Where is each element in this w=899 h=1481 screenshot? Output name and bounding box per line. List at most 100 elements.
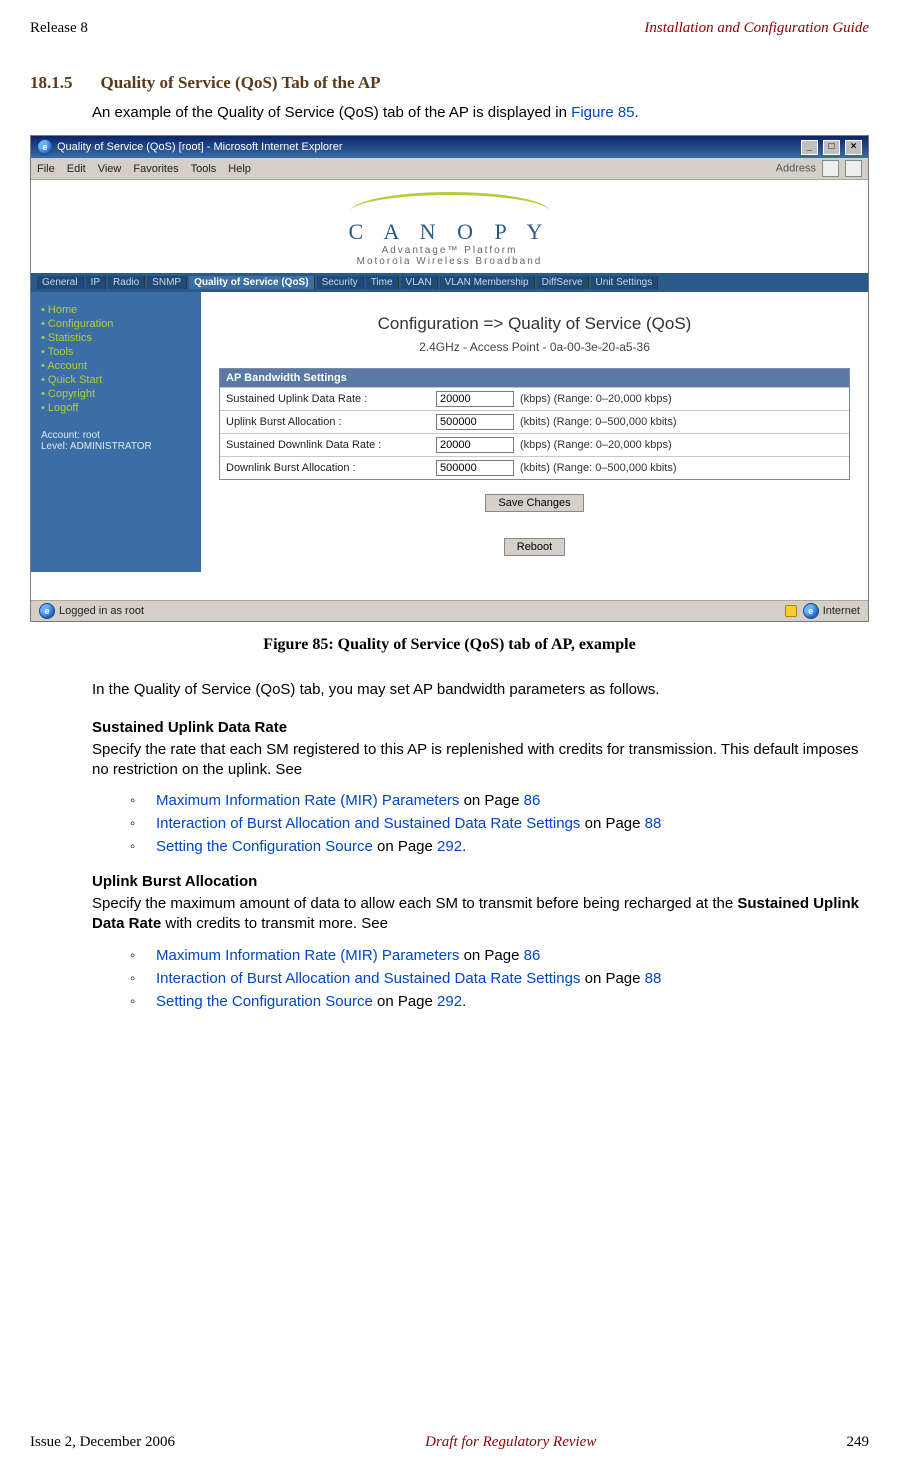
- link-burst-interaction-2[interactable]: Interaction of Burst Allocation and Sust…: [156, 970, 580, 987]
- list-item: ◦Interaction of Burst Allocation and Sus…: [130, 815, 869, 832]
- canopy-logo: C A N O P Y: [31, 219, 868, 245]
- tab-security[interactable]: Security: [317, 276, 364, 289]
- tab-radio[interactable]: Radio: [108, 276, 145, 289]
- window-titlebar: eQuality of Service (QoS) [root] - Micro…: [31, 136, 868, 158]
- link-page-88[interactable]: 88: [645, 815, 662, 832]
- row-downlink-burst: Downlink Burst Allocation : (kbits) (Ran…: [220, 456, 849, 479]
- menu-help[interactable]: Help: [228, 163, 251, 175]
- browser-window: e Quality of Service (QoS) [root] - Micro…: [30, 135, 869, 622]
- row-uplink-burst: Uplink Burst Allocation : (kbits) (Range…: [220, 410, 849, 433]
- footer-page-number: 249: [847, 1434, 870, 1451]
- link-config-source[interactable]: Setting the Configuration Source: [156, 838, 373, 855]
- post-figure-paragraph: In the Quality of Service (QoS) tab, you…: [92, 680, 869, 700]
- sidebar-item-configuration[interactable]: Configuration: [48, 318, 113, 330]
- menu-favorites[interactable]: Favorites: [133, 163, 178, 175]
- sidebar-item-logoff[interactable]: Logoff: [48, 402, 78, 414]
- page-header-left: Release 8: [30, 20, 88, 37]
- label-sust-uplink: Sustained Uplink Data Rate :: [226, 393, 436, 405]
- logo-subtitle2: Motorola Wireless Broadband: [31, 256, 868, 267]
- figure-caption: Figure 85: Quality of Service (QoS) tab …: [30, 636, 869, 654]
- reboot-button[interactable]: Reboot: [504, 538, 565, 556]
- menu-edit[interactable]: Edit: [67, 163, 86, 175]
- maximize-icon[interactable]: □: [823, 140, 840, 155]
- sidebar-item-home[interactable]: Home: [48, 304, 77, 316]
- menu-file[interactable]: File: [37, 163, 55, 175]
- bandwidth-panel: AP Bandwidth Settings Sustained Uplink D…: [219, 368, 850, 480]
- window-title: Quality of Service (QoS) [root] - Micros…: [57, 141, 342, 153]
- tab-vlan-membership[interactable]: VLAN Membership: [440, 276, 535, 289]
- sidebar-nav: Home Configuration Statistics Tools Acco…: [31, 292, 201, 572]
- logo-subtitle: Advantage™ Platform: [31, 245, 868, 256]
- footer-left: Issue 2, December 2006: [30, 1434, 175, 1451]
- close-icon[interactable]: ×: [845, 140, 862, 155]
- tab-time[interactable]: Time: [366, 276, 399, 289]
- sidebar-item-quickstart[interactable]: Quick Start: [48, 374, 102, 386]
- hint-sust-uplink: (kbps) (Range: 0–20,000 kbps): [520, 393, 672, 405]
- label-downlink-burst: Downlink Burst Allocation :: [226, 462, 436, 474]
- link-page-292[interactable]: 292: [437, 838, 462, 855]
- link-page-292-2[interactable]: 292: [437, 993, 462, 1010]
- tab-ip[interactable]: IP: [86, 276, 106, 289]
- tab-vlan[interactable]: VLAN: [401, 276, 438, 289]
- link-page-88-2[interactable]: 88: [645, 970, 662, 987]
- device-info: 2.4GHz - Access Point - 0a-00-3e-20-a5-3…: [219, 340, 850, 354]
- uba-heading: Uplink Burst Allocation: [92, 873, 869, 890]
- hint-uplink-burst: (kbits) (Range: 0–500,000 kbits): [520, 416, 677, 428]
- intro-paragraph: An example of the Quality of Service (Qo…: [92, 103, 869, 123]
- list-item: ◦Setting the Configuration Source on Pag…: [130, 993, 869, 1010]
- panel-heading: AP Bandwidth Settings: [220, 369, 849, 387]
- address-label: Address: [776, 163, 816, 175]
- link-page-86-2[interactable]: 86: [524, 947, 541, 964]
- link-mir[interactable]: Maximum Information Rate (MIR) Parameter…: [156, 792, 459, 809]
- sidebar-item-account[interactable]: Account: [47, 360, 87, 372]
- lock-icon: [785, 605, 797, 617]
- sidebar-item-tools[interactable]: Tools: [48, 346, 74, 358]
- tab-unit-settings[interactable]: Unit Settings: [591, 276, 659, 289]
- menu-bar: File Edit View Favorites Tools Help Addr…: [31, 158, 868, 180]
- account-name: Account: root: [41, 430, 191, 441]
- flag-icon: [845, 160, 862, 177]
- tab-general[interactable]: General: [37, 276, 84, 289]
- status-bar: eLogged in as root eInternet: [31, 600, 868, 621]
- sudr-link-list: ◦Maximum Information Rate (MIR) Paramete…: [130, 792, 869, 855]
- input-sust-downlink[interactable]: [436, 437, 514, 453]
- zone-icon: e: [803, 603, 819, 619]
- link-page-86[interactable]: 86: [524, 792, 541, 809]
- section-number: 18.1.5: [30, 73, 73, 92]
- status-login: Logged in as root: [59, 605, 144, 617]
- tab-diffserve[interactable]: DiffServe: [537, 276, 589, 289]
- link-mir-2[interactable]: Maximum Information Rate (MIR) Parameter…: [156, 947, 459, 964]
- minimize-icon[interactable]: _: [801, 140, 818, 155]
- label-uplink-burst: Uplink Burst Allocation :: [226, 416, 436, 428]
- save-button[interactable]: Save Changes: [485, 494, 583, 512]
- figure-ref-link[interactable]: Figure 85: [571, 104, 634, 121]
- row-sust-downlink: Sustained Downlink Data Rate : (kbps) (R…: [220, 433, 849, 456]
- page-breadcrumb: Configuration => Quality of Service (QoS…: [219, 314, 850, 334]
- input-uplink-burst[interactable]: [436, 414, 514, 430]
- config-tabbar: General IP Radio SNMP Quality of Service…: [31, 273, 868, 292]
- hint-sust-downlink: (kbps) (Range: 0–20,000 kbps): [520, 439, 672, 451]
- tab-snmp[interactable]: SNMP: [147, 276, 187, 289]
- uba-link-list: ◦Maximum Information Rate (MIR) Paramete…: [130, 947, 869, 1010]
- label-sust-downlink: Sustained Downlink Data Rate :: [226, 439, 436, 451]
- section-title: Quality of Service (QoS) Tab of the AP: [101, 73, 381, 92]
- menu-tools[interactable]: Tools: [191, 163, 217, 175]
- link-config-source-2[interactable]: Setting the Configuration Source: [156, 993, 373, 1010]
- uba-text: Specify the maximum amount of data to al…: [92, 894, 869, 935]
- go-icon[interactable]: [822, 160, 839, 177]
- list-item: ◦Maximum Information Rate (MIR) Paramete…: [130, 792, 869, 809]
- input-downlink-burst[interactable]: [436, 460, 514, 476]
- tab-qos[interactable]: Quality of Service (QoS): [189, 276, 314, 289]
- sudr-text: Specify the rate that each SM registered…: [92, 740, 869, 781]
- link-burst-interaction[interactable]: Interaction of Burst Allocation and Sust…: [156, 815, 580, 832]
- sidebar-item-copyright[interactable]: Copyright: [48, 388, 95, 400]
- menu-view[interactable]: View: [98, 163, 122, 175]
- input-sust-uplink[interactable]: [436, 391, 514, 407]
- list-item: ◦Interaction of Burst Allocation and Sus…: [130, 970, 869, 987]
- sidebar-item-statistics[interactable]: Statistics: [48, 332, 92, 344]
- logo-area: C A N O P Y Advantage™ Platform Motorola…: [31, 180, 868, 273]
- row-sust-uplink: Sustained Uplink Data Rate : (kbps) (Ran…: [220, 387, 849, 410]
- status-ie-icon: e: [39, 603, 55, 619]
- footer-mid: Draft for Regulatory Review: [425, 1434, 596, 1451]
- account-level: Level: ADMINISTRATOR: [41, 441, 191, 452]
